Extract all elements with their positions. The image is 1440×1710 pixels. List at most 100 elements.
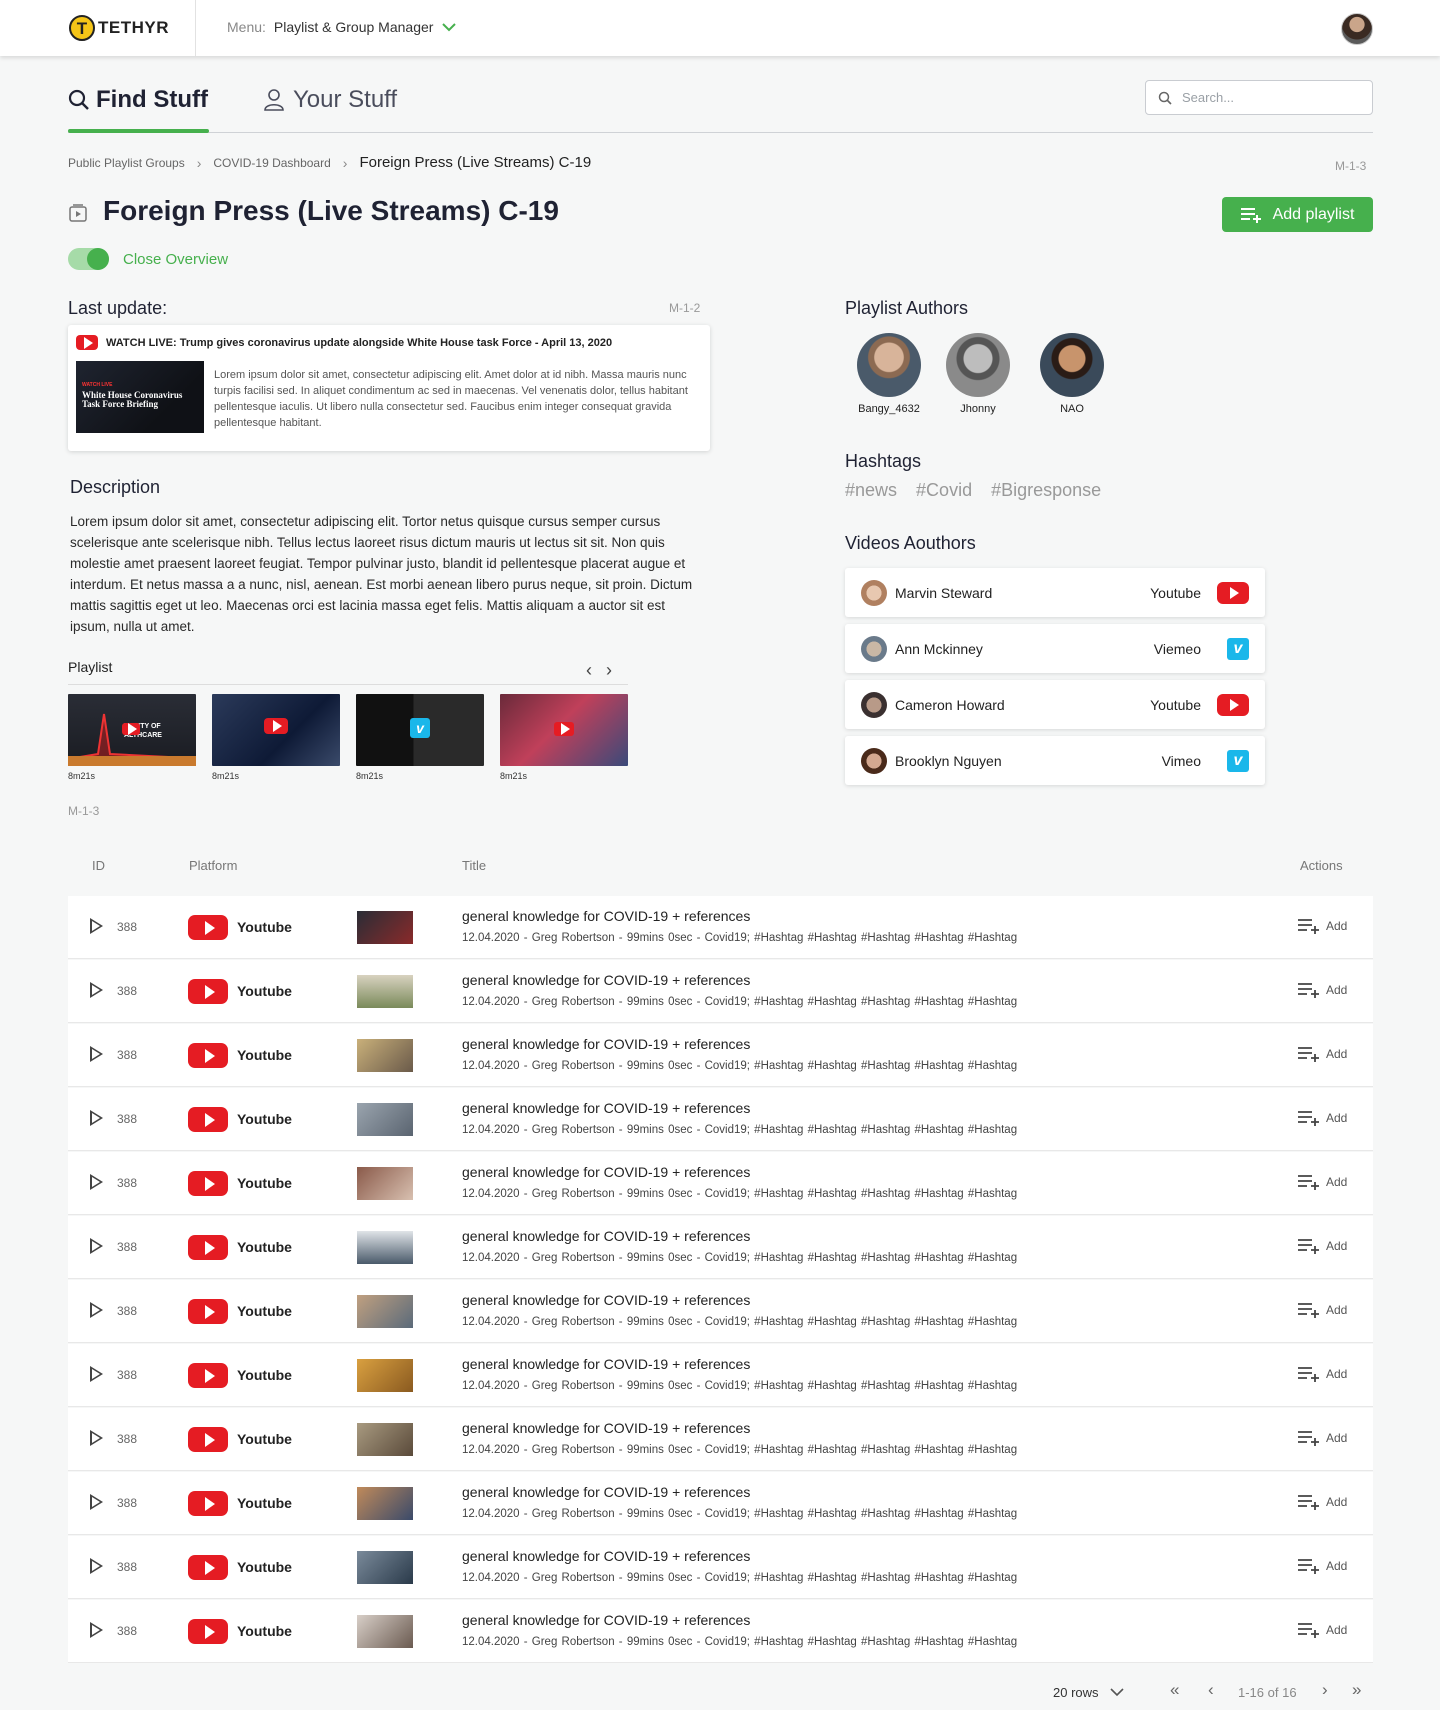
chevron-left-icon[interactable]: ‹ bbox=[586, 660, 606, 680]
tab-your-stuff[interactable]: Your Stuff bbox=[263, 86, 397, 114]
column-header-title[interactable]: Title bbox=[462, 858, 486, 873]
author-card[interactable]: Jhonny bbox=[938, 333, 1018, 415]
table-row[interactable]: 388 Youtube general knowledge for COVID-19… bbox=[68, 1472, 1373, 1535]
row-thumbnail[interactable] bbox=[357, 911, 413, 944]
play-icon[interactable] bbox=[90, 1558, 103, 1574]
play-icon[interactable] bbox=[90, 1110, 103, 1126]
row-title[interactable]: general knowledge for COVID-19 + referen… bbox=[462, 1356, 750, 1372]
video-thumbnail[interactable]: WATCH LIVE White House Coronavirus Task … bbox=[76, 361, 204, 433]
table-row[interactable]: 388 Youtube general knowledge for COVID-19… bbox=[68, 896, 1373, 959]
play-icon[interactable] bbox=[90, 1238, 103, 1254]
table-row[interactable]: 388 Youtube general knowledge for COVID-19… bbox=[68, 960, 1373, 1023]
play-icon[interactable] bbox=[90, 1430, 103, 1446]
video-author-row[interactable]: Marvin Steward Youtube bbox=[845, 568, 1265, 617]
video-author-row[interactable]: Ann Mckinney Viemeo v bbox=[845, 624, 1265, 673]
row-title[interactable]: general knowledge for COVID-19 + referen… bbox=[462, 1292, 750, 1308]
add-to-playlist-button[interactable]: Add bbox=[1298, 1430, 1347, 1446]
play-icon[interactable] bbox=[90, 1046, 103, 1062]
playlist-thumbnail[interactable] bbox=[500, 694, 628, 766]
playlist-thumbnail[interactable] bbox=[212, 694, 340, 766]
brand-name: TETHYR bbox=[98, 18, 169, 37]
playlist-thumbnail[interactable]: PACITY OF ALTHCARE bbox=[68, 694, 196, 766]
user-avatar[interactable] bbox=[1341, 13, 1373, 45]
row-title[interactable]: general knowledge for COVID-19 + referen… bbox=[462, 1036, 750, 1052]
hashtag[interactable]: #news bbox=[845, 480, 897, 500]
row-title[interactable]: general knowledge for COVID-19 + referen… bbox=[462, 1484, 750, 1500]
play-icon[interactable] bbox=[90, 982, 103, 998]
last-page-icon[interactable]: » bbox=[1352, 1680, 1361, 1700]
video-author-row[interactable]: Cameron Howard Youtube bbox=[845, 680, 1265, 729]
table-row[interactable]: 388 Youtube general knowledge for COVID-19… bbox=[68, 1280, 1373, 1343]
add-to-playlist-button[interactable]: Add bbox=[1298, 1110, 1347, 1126]
table-row[interactable]: 388 Youtube general knowledge for COVID-19… bbox=[68, 1536, 1373, 1599]
row-thumbnail[interactable] bbox=[357, 1423, 413, 1456]
row-title[interactable]: general knowledge for COVID-19 + referen… bbox=[462, 972, 750, 988]
youtube-icon bbox=[188, 1299, 228, 1324]
tab-find-stuff[interactable]: Find Stuff bbox=[68, 86, 208, 114]
search-placeholder: Search... bbox=[1182, 90, 1235, 105]
table-row[interactable]: 388 Youtube general knowledge for COVID-19… bbox=[68, 1088, 1373, 1151]
play-icon[interactable] bbox=[90, 918, 103, 934]
add-playlist-button[interactable]: Add playlist bbox=[1222, 197, 1373, 232]
row-title[interactable]: general knowledge for COVID-19 + referen… bbox=[462, 908, 750, 924]
last-update-card[interactable]: WATCH LIVE: Trump gives coronavirus upda… bbox=[68, 325, 710, 451]
add-to-playlist-button[interactable]: Add bbox=[1298, 1302, 1347, 1318]
table-row[interactable]: 388 Youtube general knowledge for COVID-19… bbox=[68, 1024, 1373, 1087]
menu-selector[interactable]: Menu: Playlist & Group Manager bbox=[227, 19, 457, 35]
rows-per-page-select[interactable]: 20 rows bbox=[1053, 1685, 1124, 1700]
row-title[interactable]: general knowledge for COVID-19 + referen… bbox=[462, 1548, 750, 1564]
row-thumbnail[interactable] bbox=[357, 1487, 413, 1520]
play-icon[interactable] bbox=[90, 1174, 103, 1190]
brand-logo[interactable]: T TETHYR bbox=[69, 15, 169, 41]
row-title[interactable]: general knowledge for COVID-19 + referen… bbox=[462, 1228, 750, 1244]
add-to-playlist-button[interactable]: Add bbox=[1298, 1494, 1347, 1510]
search-input[interactable]: Search... bbox=[1145, 80, 1373, 115]
play-icon[interactable] bbox=[90, 1494, 103, 1510]
table-row[interactable]: 388 Youtube general knowledge for COVID-19… bbox=[68, 1344, 1373, 1407]
add-to-playlist-button[interactable]: Add bbox=[1298, 1622, 1347, 1638]
table-row[interactable]: 388 Youtube general knowledge for COVID-19… bbox=[68, 1216, 1373, 1279]
next-page-icon[interactable]: › bbox=[1322, 1680, 1328, 1700]
row-thumbnail[interactable] bbox=[357, 1039, 413, 1072]
row-title[interactable]: general knowledge for COVID-19 + referen… bbox=[462, 1164, 750, 1180]
table-row[interactable]: 388 Youtube general knowledge for COVID-19… bbox=[68, 1408, 1373, 1471]
row-thumbnail[interactable] bbox=[357, 1167, 413, 1200]
row-thumbnail[interactable] bbox=[357, 1615, 413, 1648]
row-title[interactable]: general knowledge for COVID-19 + referen… bbox=[462, 1100, 750, 1116]
add-to-playlist-button[interactable]: Add bbox=[1298, 1238, 1347, 1254]
row-thumbnail[interactable] bbox=[357, 1231, 413, 1264]
overview-toggle[interactable] bbox=[68, 248, 109, 270]
table-row[interactable]: 388 Youtube general knowledge for COVID-19… bbox=[68, 1152, 1373, 1215]
column-header-id[interactable]: ID bbox=[92, 858, 105, 873]
first-page-icon[interactable]: « bbox=[1170, 1680, 1179, 1700]
play-icon[interactable] bbox=[90, 1302, 103, 1318]
table-row[interactable]: 388 Youtube general knowledge for COVID-19… bbox=[68, 1600, 1373, 1663]
row-title[interactable]: general knowledge for COVID-19 + referen… bbox=[462, 1612, 750, 1628]
breadcrumb-item[interactable]: Public Playlist Groups bbox=[68, 156, 185, 170]
row-thumbnail[interactable] bbox=[357, 975, 413, 1008]
row-thumbnail[interactable] bbox=[357, 1551, 413, 1584]
video-author-row[interactable]: Brooklyn Nguyen Vimeo v bbox=[845, 736, 1265, 785]
hashtag[interactable]: #Bigresponse bbox=[991, 480, 1101, 500]
row-thumbnail[interactable] bbox=[357, 1103, 413, 1136]
author-card[interactable]: NAO bbox=[1032, 333, 1112, 415]
add-to-playlist-button[interactable]: Add bbox=[1298, 1366, 1347, 1382]
playlist-thumbnail[interactable]: v bbox=[356, 694, 484, 766]
row-title[interactable]: general knowledge for COVID-19 + referen… bbox=[462, 1420, 750, 1436]
add-to-playlist-button[interactable]: Add bbox=[1298, 1174, 1347, 1190]
play-icon[interactable] bbox=[90, 1366, 103, 1382]
add-to-playlist-button[interactable]: Add bbox=[1298, 918, 1347, 934]
author-card[interactable]: Bangy_4632 bbox=[849, 333, 929, 415]
row-thumbnail[interactable] bbox=[357, 1359, 413, 1392]
add-to-playlist-button[interactable]: Add bbox=[1298, 1558, 1347, 1574]
breadcrumb-item[interactable]: COVID-19 Dashboard bbox=[213, 156, 330, 170]
row-platform: Youtube bbox=[237, 1367, 292, 1383]
hashtag[interactable]: #Covid bbox=[916, 480, 972, 500]
add-to-playlist-button[interactable]: Add bbox=[1298, 1046, 1347, 1062]
row-thumbnail[interactable] bbox=[357, 1295, 413, 1328]
prev-page-icon[interactable]: ‹ bbox=[1208, 1680, 1214, 1700]
add-to-playlist-button[interactable]: Add bbox=[1298, 982, 1347, 998]
chevron-right-icon[interactable]: › bbox=[606, 660, 626, 680]
play-icon[interactable] bbox=[90, 1622, 103, 1638]
column-header-platform[interactable]: Platform bbox=[189, 858, 237, 873]
